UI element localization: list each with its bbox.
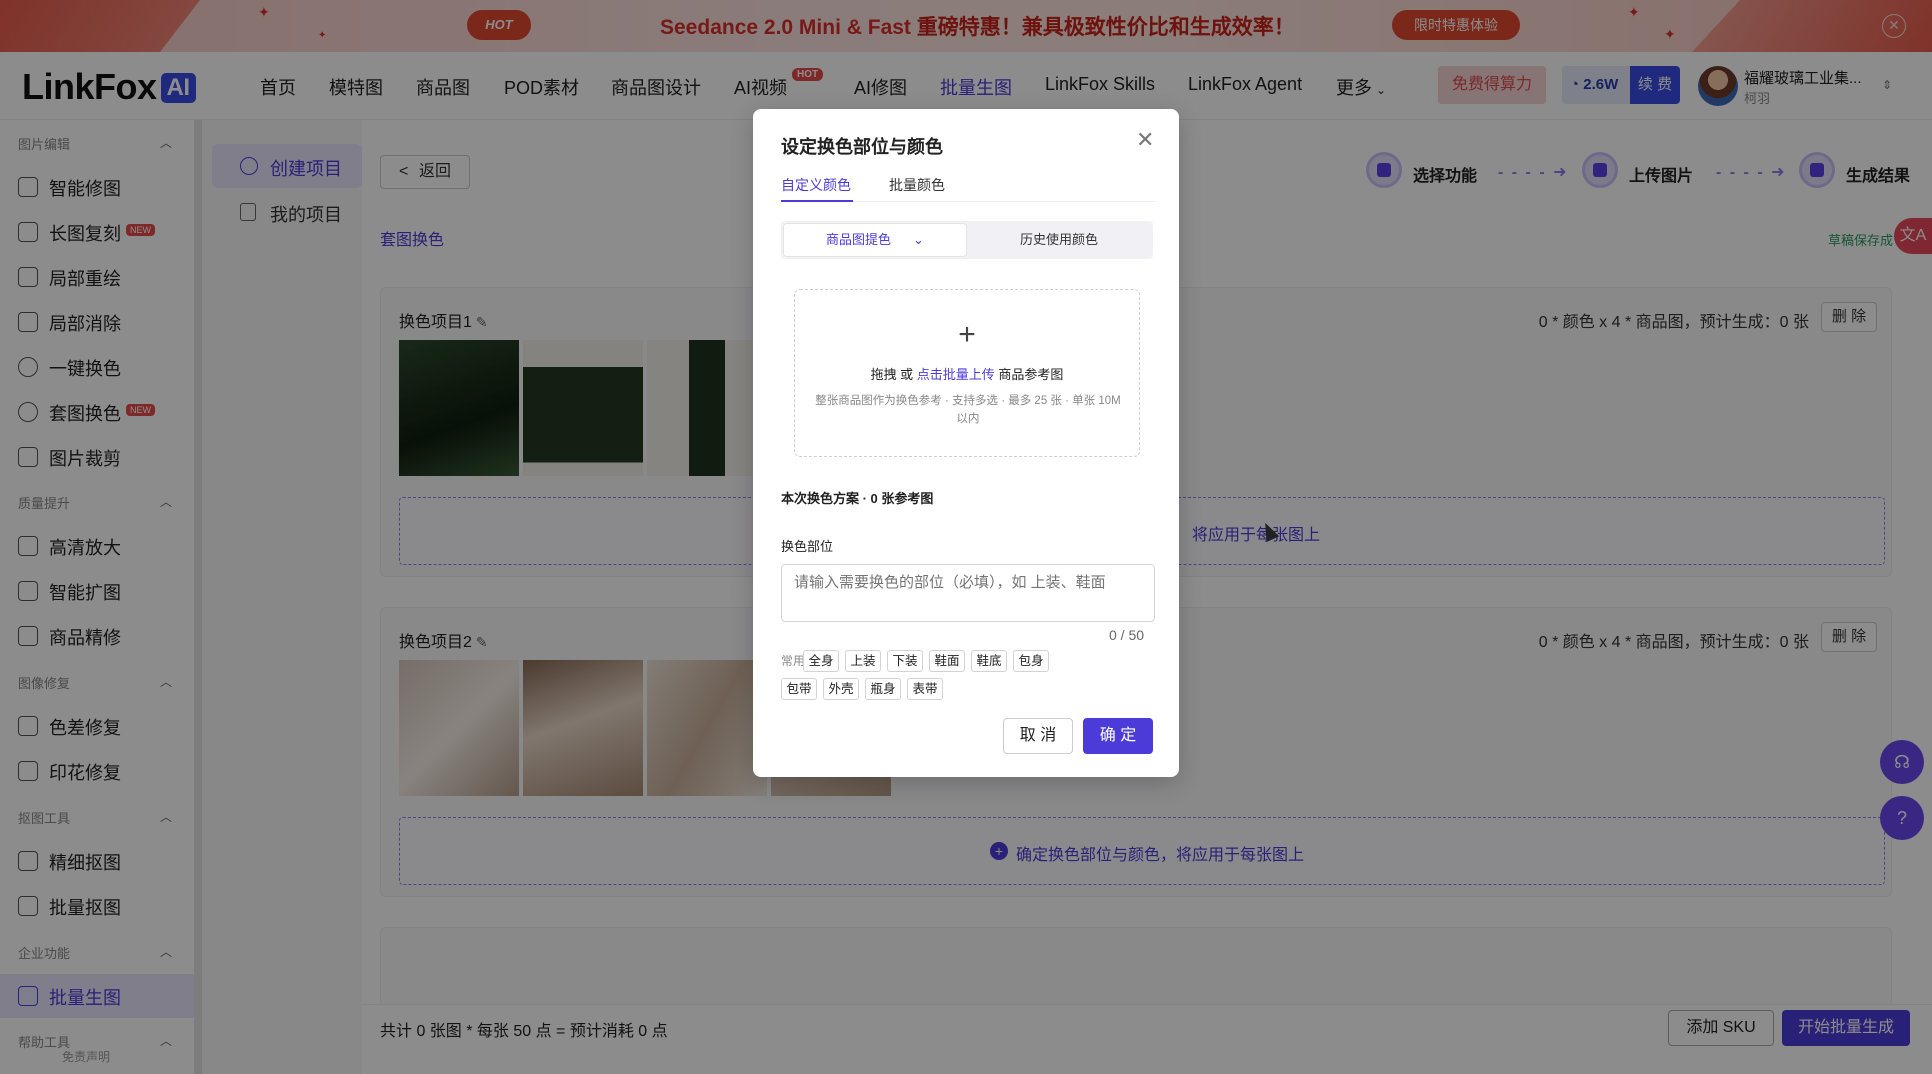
close-icon[interactable]: ✕ [1136,127,1154,153]
color-source-segment: 商品图提色 ⌄ 历史使用颜色 [781,221,1153,259]
chip-bag-body[interactable]: 包身 [1013,650,1049,672]
dialog-title: 设定换色部位与颜色 [781,137,943,157]
plus-icon: + [958,318,976,351]
upload-instruction: 拖拽 或 点击批量上传 商品参考图 [870,367,1064,382]
chip-full-body[interactable]: 全身 [803,650,839,672]
segment-history-color[interactable]: 历史使用颜色 [967,223,1151,257]
chip-bag-strap[interactable]: 包带 [781,678,817,700]
tab-custom-color[interactable]: 自定义颜色 [781,175,851,195]
segment-product-color[interactable]: 商品图提色 ⌄ [783,223,967,257]
part-label: 换色部位 [781,539,834,554]
chip-shell[interactable]: 外壳 [823,678,859,700]
active-tab-indicator [781,200,853,202]
chip-sole[interactable]: 鞋底 [971,650,1007,672]
chip-bottom[interactable]: 下装 [887,650,923,672]
plan-summary: 本次换色方案 · 0 张参考图 [781,491,934,506]
recolor-settings-dialog: 设定换色部位与颜色 ✕ 自定义颜色 批量颜色 商品图提色 ⌄ 历史使用颜色 + 拖… [753,109,1179,777]
batch-upload-link[interactable]: 点击批量上传 [917,367,995,382]
reference-upload-dropzone[interactable]: + 拖拽 或 点击批量上传 商品参考图 整张商品图作为换色参考 · 支持多选 ·… [794,289,1140,457]
cancel-button[interactable]: 取 消 [1003,718,1073,754]
upload-hint: 整张商品图作为换色参考 · 支持多选 · 最多 25 张 · 单张 10M 以内 [815,395,1121,425]
confirm-button[interactable]: 确 定 [1083,718,1153,754]
chip-top[interactable]: 上装 [845,650,881,672]
char-counter: 0 / 50 [1109,627,1145,643]
chip-watch-strap[interactable]: 表带 [907,678,943,700]
tab-batch-color[interactable]: 批量颜色 [889,175,945,195]
part-input[interactable] [781,564,1155,622]
common-label: 常用 [781,654,806,668]
chip-shoe-upper[interactable]: 鞋面 [929,650,965,672]
chevron-down-icon: ⌄ [913,232,924,247]
chip-bottle[interactable]: 瓶身 [865,678,901,700]
